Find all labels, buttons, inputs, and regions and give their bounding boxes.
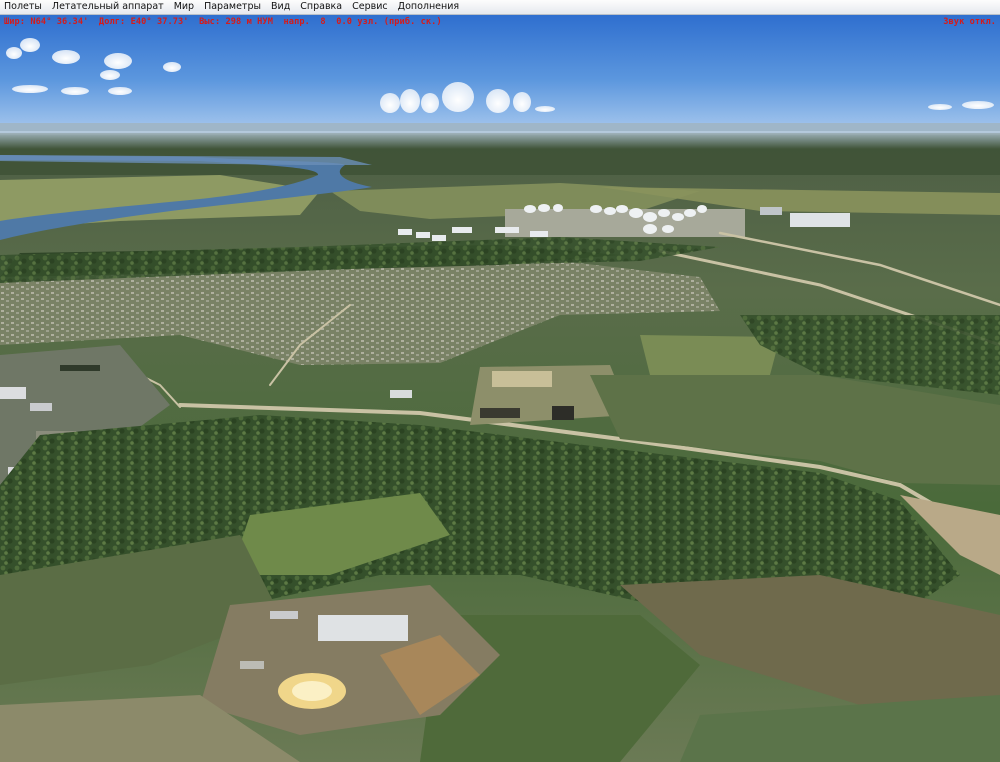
flight-simulator-window: Полеты Летательный аппарат Мир Параметры… — [0, 0, 1000, 762]
menu-view[interactable]: Вид — [266, 0, 295, 14]
menu-services[interactable]: Сервис — [347, 0, 393, 14]
menu-flights[interactable]: Полеты — [0, 0, 47, 14]
menu-bar: Полеты Летательный аппарат Мир Параметры… — [0, 0, 1000, 15]
menu-addons[interactable]: Дополнения — [393, 0, 465, 14]
menu-aircraft[interactable]: Летательный аппарат — [47, 0, 169, 14]
sky — [0, 15, 1000, 133]
aerial-scenery-view[interactable] — [0, 15, 1000, 762]
menu-world[interactable]: Мир — [169, 0, 199, 14]
menu-options[interactable]: Параметры — [199, 0, 266, 14]
menu-help[interactable]: Справка — [295, 0, 347, 14]
